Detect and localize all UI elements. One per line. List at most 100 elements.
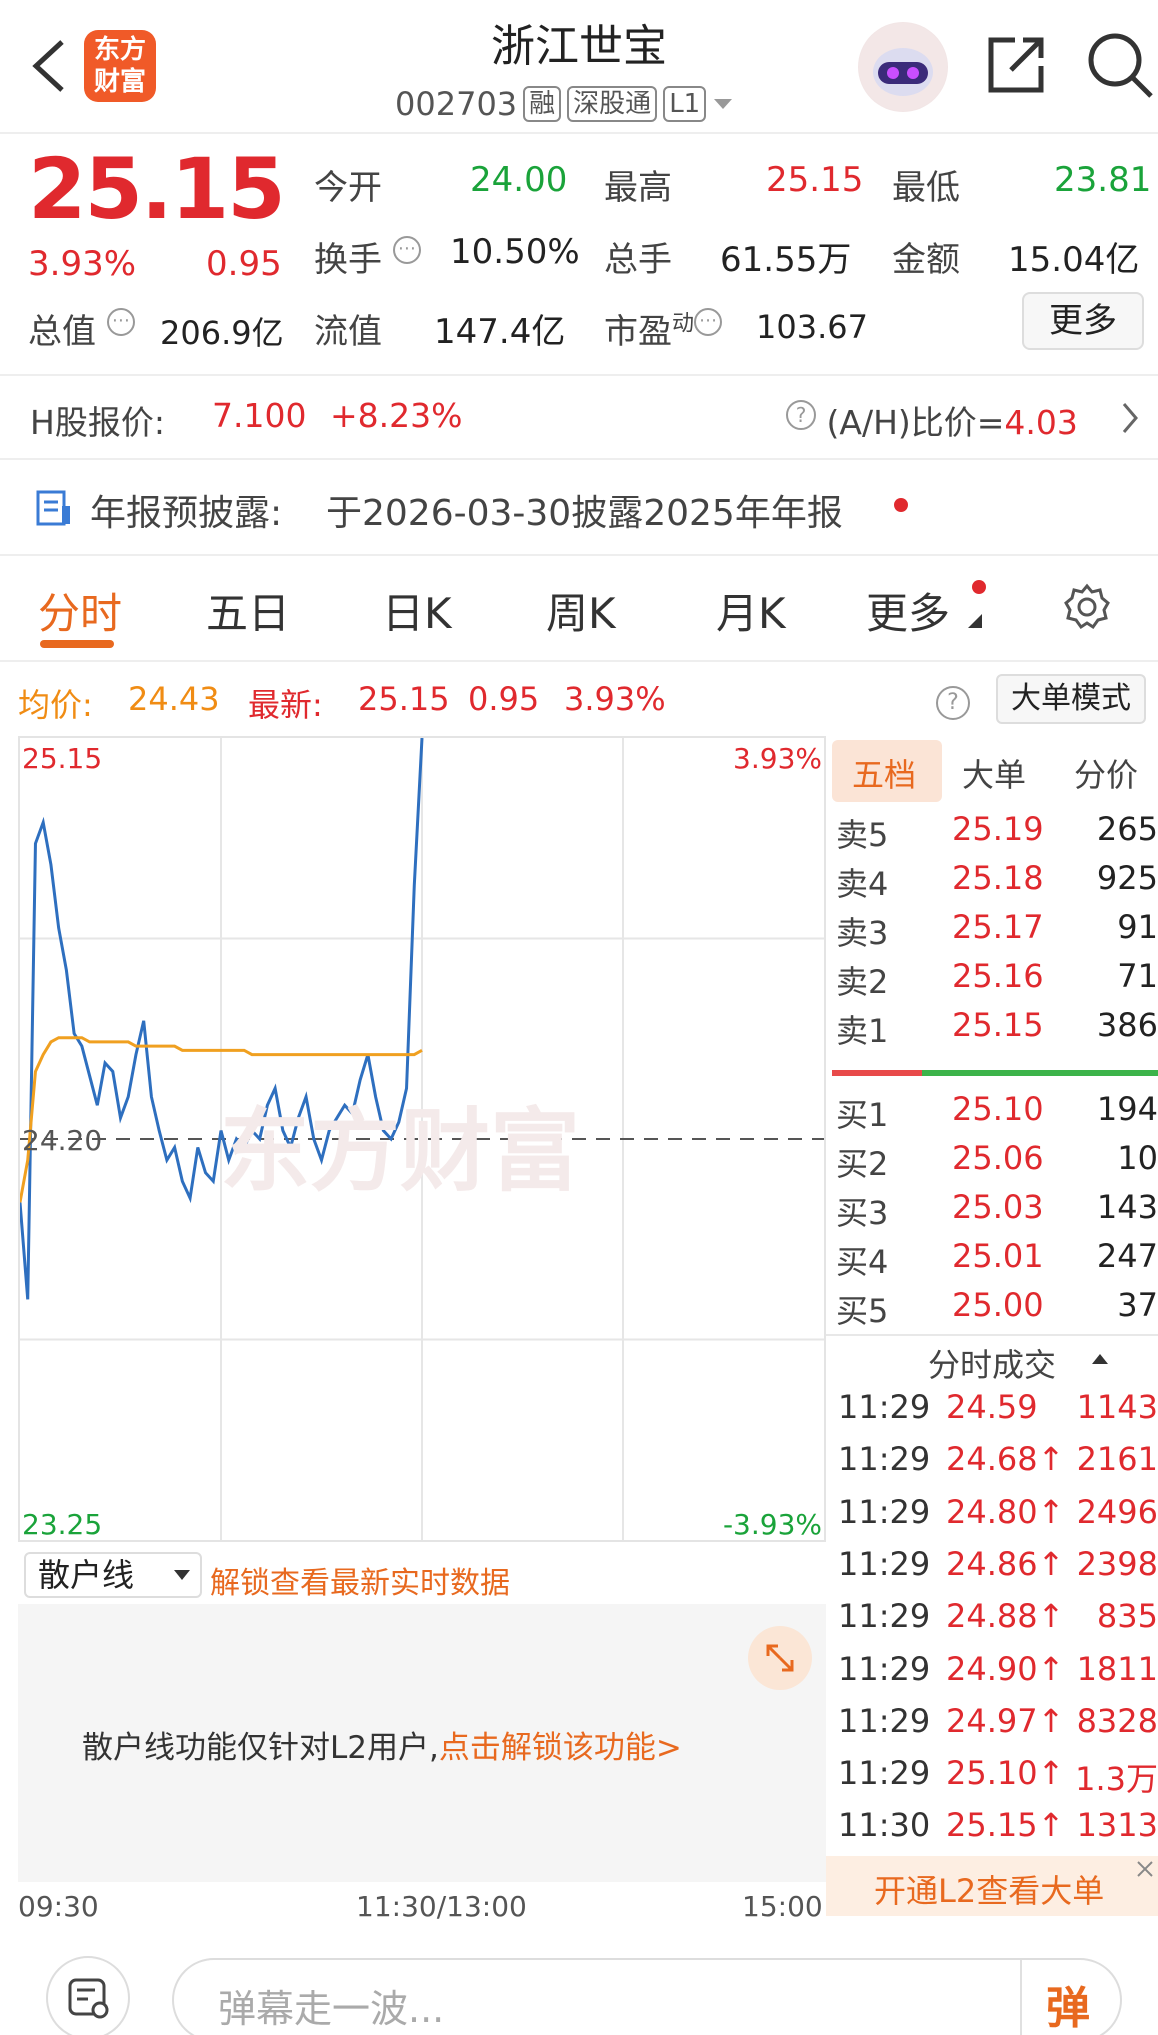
ask-volume: 386 (1096, 1006, 1158, 1044)
bid-price: 25.06 (952, 1139, 1044, 1177)
search-icon[interactable] (1085, 30, 1155, 100)
help-icon[interactable]: ? (786, 400, 816, 430)
divider (1020, 1960, 1022, 2035)
trade-time: 11:29 (838, 1754, 931, 1793)
ask-row[interactable]: 卖1 25.15 386 (836, 1006, 1158, 1054)
collapse-caret-icon[interactable] (1092, 1352, 1108, 1364)
trade-price: 24.88↑ (946, 1597, 1065, 1636)
amount-label: 金额 (892, 240, 960, 280)
ask-level-label: 卖1 (836, 1012, 889, 1050)
ask-level-label: 卖4 (836, 865, 889, 903)
pe-label: 市盈动 ⋯ (604, 304, 723, 353)
stock-code-row: 002703 融 深股通 L1 (395, 82, 734, 126)
unlock-realtime-link[interactable]: 解锁查看最新实时数据 (210, 1558, 510, 1602)
current-price: 25.15 (28, 140, 286, 238)
latest-change: 0.95 (468, 680, 540, 718)
bid-row[interactable]: 买2 25.06 10 (836, 1139, 1158, 1187)
ask-row[interactable]: 卖3 25.17 91 (836, 908, 1158, 956)
tab-five-levels[interactable]: 五档 (852, 750, 916, 796)
trade-row: 11:29 24.59 1143 (836, 1388, 1158, 1438)
bid-price: 25.01 (952, 1237, 1044, 1275)
more-button[interactable]: 更多 (1022, 292, 1144, 350)
notice-text[interactable]: 于2026-03-30披露2025年年报 (326, 484, 843, 536)
trade-volume: 8328 (1076, 1701, 1158, 1740)
notice-label: 年报预披露: (90, 493, 283, 534)
trade-price: 24.86↑ (946, 1544, 1065, 1583)
trade-row: 11:29 24.97↑ 8328 (836, 1702, 1158, 1752)
trade-time: 11:29 (838, 1701, 931, 1740)
comment-button[interactable] (46, 1956, 130, 2035)
bid-level-label: 买1 (836, 1096, 889, 1134)
ask-level-label: 卖2 (836, 963, 889, 1001)
ask-row[interactable]: 卖4 25.18 925 (836, 859, 1158, 907)
x-tick-mid: 11:30/13:00 (356, 1890, 527, 1923)
settings-gear-icon[interactable] (1062, 582, 1112, 632)
bid-volume: 37 (1117, 1286, 1158, 1324)
danmu-toggle-button[interactable]: 弹 (1046, 1972, 1090, 2035)
ask-price: 25.15 (952, 1006, 1044, 1044)
tab-big-orders[interactable]: 大单 (962, 750, 1026, 796)
tab-day-k[interactable]: 日K (382, 580, 452, 641)
y-top-label: 25.15 (22, 742, 103, 775)
tab-five-day[interactable]: 五日 (206, 580, 290, 641)
ask-row[interactable]: 卖2 25.16 71 (836, 957, 1158, 1005)
expand-button[interactable] (748, 1626, 812, 1690)
share-icon[interactable] (985, 34, 1047, 96)
dropdown-caret-icon (174, 1570, 190, 1580)
bid-volume: 194 (1096, 1090, 1158, 1128)
trade-volume: 1313 (1076, 1806, 1158, 1845)
help-icon[interactable]: ? (936, 686, 970, 720)
bid-price: 25.00 (952, 1286, 1044, 1324)
high-label: 最高 (604, 168, 672, 208)
ask-level-label: 卖5 (836, 816, 889, 854)
bid-row[interactable]: 买3 25.03 143 (836, 1188, 1158, 1236)
chevron-right-icon[interactable] (1120, 402, 1140, 434)
trades-title: 分时成交 (928, 1346, 1057, 1384)
change-amount: 0.95 (206, 244, 282, 284)
bid-row[interactable]: 买5 25.00 37 (836, 1286, 1158, 1334)
close-icon[interactable] (1134, 1858, 1156, 1880)
latest-value: 25.15 (358, 680, 450, 718)
trade-time: 11:29 (838, 1388, 931, 1426)
intraday-chart[interactable]: 25.15 24.20 23.25 3.93% -3.93% 东方财富 (18, 736, 826, 1542)
info-icon[interactable]: ⋯ (392, 236, 421, 264)
y-bottom-label: 23.25 (22, 1508, 103, 1541)
trade-price: 25.10↑ (946, 1754, 1065, 1793)
info-icon[interactable]: ⋯ (694, 308, 723, 336)
tab-more[interactable]: 更多 (866, 580, 950, 641)
dropdown-caret-icon[interactable] (712, 97, 734, 111)
trade-price: 24.59 (946, 1388, 1038, 1426)
turnover-value: 10.50% (450, 232, 580, 272)
latest-change-pct: 3.93% (564, 680, 666, 718)
tab-month-k[interactable]: 月K (716, 580, 786, 641)
ah-ratio[interactable]: ? (A/H)比价=4.03 (786, 396, 1078, 444)
bid-level-label: 买3 (836, 1194, 889, 1232)
bid-volume: 143 (1096, 1188, 1158, 1226)
bid-row[interactable]: 买4 25.01 247 (836, 1237, 1158, 1285)
bid-row[interactable]: 买1 25.10 194 (836, 1090, 1158, 1138)
unlock-feature-link[interactable]: 点击解锁该功能> (439, 1730, 682, 1766)
trade-price: 24.80↑ (946, 1492, 1065, 1531)
tab-price-dist[interactable]: 分价 (1074, 750, 1138, 796)
y-mid-label: 24.20 (22, 1124, 103, 1157)
float-value: 147.4亿 (434, 312, 566, 352)
x-tick-end: 15:00 (742, 1890, 823, 1923)
tab-minute[interactable]: 分时 (38, 580, 122, 641)
trade-row: 11:30 25.15↑ 1313 (836, 1806, 1158, 1856)
ask-volume: 91 (1117, 908, 1158, 946)
danmu-input[interactable]: 弹幕走一波... 弹 (172, 1958, 1122, 2035)
l2-banner[interactable]: 开通L2查看大单 (826, 1856, 1158, 1916)
report-icon (36, 490, 70, 526)
indicator-dropdown[interactable]: 散户线 (24, 1552, 202, 1598)
ask-volume: 71 (1117, 957, 1158, 995)
robot-assistant-icon[interactable] (858, 22, 948, 112)
tab-week-k[interactable]: 周K (546, 580, 616, 641)
change-percent: 3.93% (28, 244, 137, 284)
info-icon[interactable]: ⋯ (106, 308, 135, 336)
ask-level-label: 卖3 (836, 914, 889, 952)
mktcap-label: 总值 ⋯ (28, 304, 135, 353)
tag-shenzhen-connect: 深股通 (567, 86, 658, 122)
x-tick-start: 09:30 (18, 1890, 99, 1923)
big-order-mode-button[interactable]: 大单模式 (996, 674, 1146, 724)
ask-row[interactable]: 卖5 25.19 265 (836, 810, 1158, 858)
